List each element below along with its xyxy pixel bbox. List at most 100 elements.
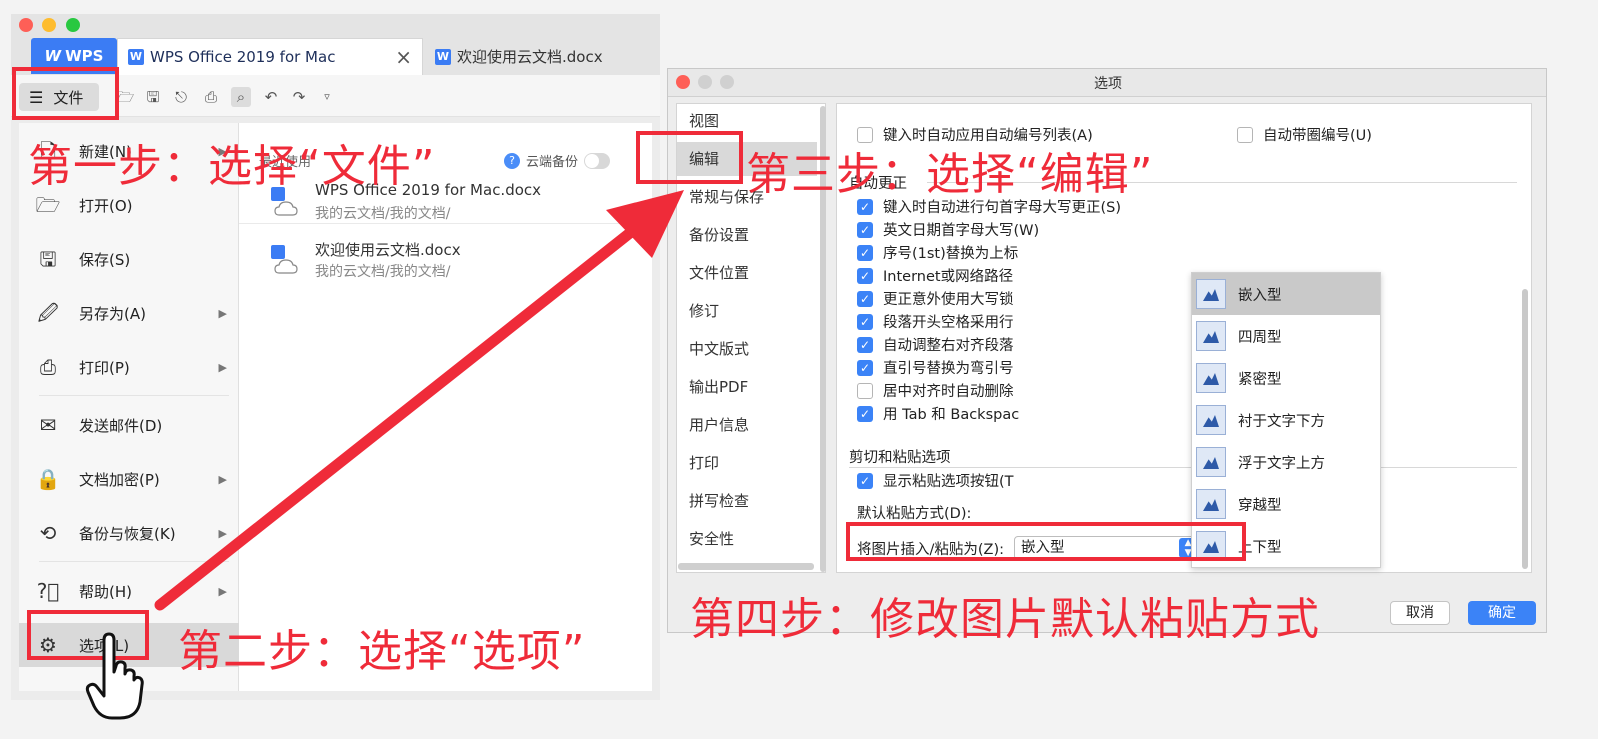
default-paste-label: 默认粘贴方式(D):	[857, 506, 972, 522]
option-autocorrect-item[interactable]: ✓ Internet或网络路径	[857, 265, 1013, 286]
undo-icon[interactable]: ↶	[261, 87, 281, 107]
dialog-title-bar: 选项	[668, 69, 1546, 97]
zoom-window-button[interactable]	[66, 18, 80, 32]
cancel-button[interactable]: 取消	[1390, 601, 1450, 625]
chevron-right-icon: ▶	[218, 584, 227, 598]
checkbox[interactable]: ✓	[857, 267, 873, 284]
menu-item-print[interactable]: ⎙ 打印(P) ▶	[19, 345, 239, 389]
save-as-icon: 🖉	[37, 301, 59, 325]
menu-item-save-as[interactable]: 🖉 另存为(A) ▶	[19, 291, 239, 335]
mail-icon: ✉	[39, 413, 57, 437]
chevron-right-icon: ▶	[218, 472, 227, 486]
paste-section-title: 剪切和粘贴选项	[849, 450, 951, 466]
option-auto-circle-number[interactable]: 自动带圈编号(U)	[1237, 124, 1372, 145]
checkbox[interactable]: ✓	[857, 290, 873, 307]
close-icon[interactable]: ×	[395, 45, 412, 69]
nav-item-export-pdf[interactable]: 输出PDF	[677, 370, 817, 404]
cloud-doc-icon	[271, 245, 298, 274]
option-autocorrect-item[interactable]: ✓ 英文日期首字母大写(W)	[857, 219, 1039, 240]
nav-horizontal-scrollbar[interactable]	[678, 563, 814, 570]
minimize-window-button[interactable]	[42, 18, 56, 32]
recent-file-item[interactable]: 欢迎使用云文档.docx 我的云文档/我的文档/	[269, 239, 639, 289]
nav-item-print[interactable]: 打印	[677, 446, 817, 480]
option-show-paste-button[interactable]: ✓ 显示粘贴选项按钮(T	[857, 470, 1014, 491]
writer-doc-icon: W	[435, 48, 451, 65]
chevron-right-icon: ▶	[218, 360, 227, 374]
nav-item-revision[interactable]: 修订	[677, 294, 817, 328]
tab-welcome-cloud-doc[interactable]: W 欢迎使用云文档.docx	[425, 38, 660, 75]
cloud-backup-toggle-row: ? 云端备份	[504, 151, 611, 170]
option-autocorrect-item[interactable]: ✓ 段落开头空格采用行	[857, 311, 1014, 332]
dropdown-option-tight[interactable]: 紧密型	[1192, 357, 1380, 399]
option-autocorrect-item[interactable]: ✓ 序号(1st)替换为上标	[857, 242, 1018, 263]
content-scrollbar[interactable]	[1522, 289, 1528, 569]
recent-files-panel: 最近使用 ? 云端备份 WPS Office 2019 for Mac.docx…	[239, 123, 652, 691]
folder-open-icon: 🗁	[35, 193, 61, 217]
dropdown-option-inline[interactable]: 嵌入型	[1192, 273, 1380, 315]
backup-icon: ⟲	[39, 521, 57, 545]
ok-button[interactable]: 确定	[1468, 601, 1536, 625]
printer-icon: ⎙	[40, 355, 56, 379]
wps-logo-icon: W	[44, 47, 62, 65]
nav-item-file-location[interactable]: 文件位置	[677, 256, 817, 290]
section-divider	[849, 467, 1517, 468]
dropdown-option-in-front-text[interactable]: 浮于文字上方	[1192, 441, 1380, 483]
menu-item-encrypt[interactable]: 🔒 文档加密(P) ▶	[19, 457, 239, 501]
checkbox[interactable]	[857, 382, 873, 399]
menu-item-help[interactable]: ?⃝ 帮助(H) ▶	[19, 569, 239, 613]
nav-item-user-info[interactable]: 用户信息	[677, 408, 817, 442]
save-icon[interactable]: 🖫	[143, 87, 163, 107]
cloud-backup-toggle[interactable]	[584, 152, 611, 169]
close-window-button[interactable]	[19, 18, 33, 32]
hand-cursor-icon	[85, 632, 144, 720]
step-one-annotation: 第一步：选择“文件”	[28, 141, 436, 192]
option-autocorrect-item[interactable]: ✓ 用 Tab 和 Backspac	[857, 403, 1019, 424]
printer-icon[interactable]: ⎙	[201, 87, 221, 107]
menu-item-save[interactable]: 🖫 保存(S)	[19, 237, 239, 281]
option-autocorrect-item[interactable]: 居中对齐时自动删除	[857, 380, 1014, 401]
checkbox[interactable]: ✓	[857, 336, 873, 353]
checkbox[interactable]: ✓	[857, 405, 873, 422]
step-four-annotation: 第四步：修改图片默认粘贴方式	[690, 594, 1320, 645]
print-preview-icon[interactable]: ⌕	[231, 87, 251, 107]
checkbox[interactable]	[1237, 126, 1253, 143]
menu-item-backup[interactable]: ⟲ 备份与恢复(K) ▶	[19, 511, 239, 555]
help-icon: ?⃝	[36, 579, 60, 603]
dropdown-option-square[interactable]: 四周型	[1192, 315, 1380, 357]
highlight-file-button	[12, 67, 119, 120]
divider	[239, 223, 652, 224]
save-icon: 🖫	[39, 247, 57, 271]
checkbox[interactable]: ✓	[857, 472, 873, 489]
dropdown-option-through[interactable]: 穿越型	[1192, 483, 1380, 525]
file-menu: 🗋 新建(N) ▶ 🗁 打开(O) 🖫 保存(S) 🖉 另存为(A) ▶ ⎙ 打…	[19, 123, 239, 691]
menu-item-send-mail[interactable]: ✉ 发送邮件(D)	[19, 403, 239, 447]
nav-item-security[interactable]: 安全性	[677, 522, 817, 556]
checkbox[interactable]: ✓	[857, 359, 873, 376]
redo-icon[interactable]: ↷	[289, 87, 309, 107]
tab-wps-office-2019[interactable]: W WPS Office 2019 for Mac ×	[117, 38, 423, 75]
wrap-tight-icon	[1196, 363, 1226, 393]
checkbox[interactable]: ✓	[857, 244, 873, 261]
chevron-down-icon[interactable]: ▿	[317, 87, 337, 107]
option-autocorrect-item[interactable]: ✓ 直引号替换为弯引号	[857, 357, 1014, 378]
help-icon[interactable]: ?	[504, 152, 520, 169]
step-three-annotation: 第三步：选择“编辑”	[746, 149, 1154, 200]
chevron-right-icon: ▶	[218, 526, 227, 540]
option-autocorrect-item[interactable]: ✓ 更正意外使用大写锁	[857, 288, 1014, 309]
option-autocorrect-item[interactable]: ✓ 自动调整右对齐段落	[857, 334, 1014, 355]
checkbox[interactable]: ✓	[857, 313, 873, 330]
wrap-behind-icon	[1196, 405, 1226, 435]
dropdown-option-behind-text[interactable]: 衬于文字下方	[1192, 399, 1380, 441]
step-two-annotation: 第二步：选择“选项”	[178, 626, 586, 677]
dialog-title: 选项	[1094, 76, 1122, 92]
nav-item-chinese-layout[interactable]: 中文版式	[677, 332, 817, 366]
checkbox[interactable]: ✓	[857, 221, 873, 238]
nav-item-spellcheck[interactable]: 拼写检查	[677, 484, 817, 518]
highlight-edit-nav	[636, 131, 743, 184]
wrap-square-icon	[1196, 321, 1226, 351]
menu-divider	[39, 395, 229, 396]
format-painter-icon[interactable]: ⎋	[171, 87, 191, 107]
nav-item-backup[interactable]: 备份设置	[677, 218, 817, 252]
wrap-front-icon	[1196, 447, 1226, 477]
writer-doc-icon: W	[128, 49, 144, 65]
